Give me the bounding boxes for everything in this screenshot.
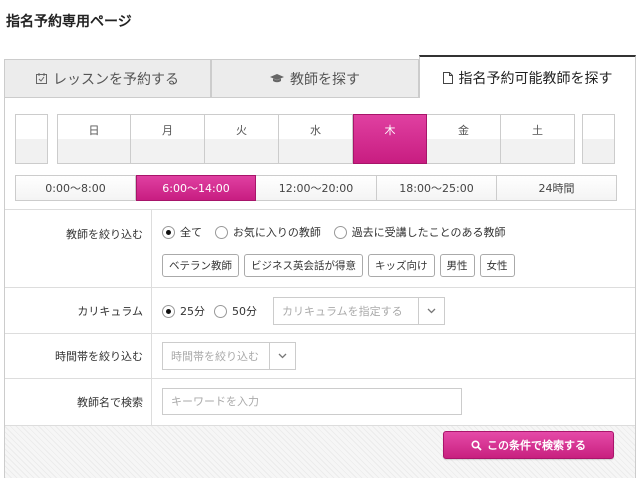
- tag-male[interactable]: 男性: [439, 254, 475, 277]
- day-selector: 日 月 火 水 木 金 土: [15, 114, 617, 164]
- tab-label: レッスンを予約する: [53, 71, 179, 88]
- time-slot-24h[interactable]: 24時間: [497, 176, 616, 200]
- radio-label: お気に入りの教師: [232, 226, 321, 239]
- graduation-cap-icon: [270, 73, 284, 84]
- day-next-button[interactable]: [582, 114, 615, 164]
- curriculum-label: カリキュラム: [5, 288, 152, 333]
- teacher-filter-options: 全て お気に入りの教師 過去に受講したことのある教師 ベテラン教師 ビジネス英会…: [152, 210, 635, 277]
- teacher-filter-label: 教師を絞り込む: [5, 210, 152, 287]
- teacher-tag-list: ベテラン教師 ビジネス英会話が得意 キッズ向け 男性 女性: [162, 254, 515, 277]
- document-icon: [442, 71, 453, 84]
- search-button[interactable]: この条件で検索する: [443, 431, 614, 459]
- name-search-label: 教師名で検索: [5, 379, 152, 425]
- radio-dot: [214, 225, 228, 239]
- time-slot-6-14[interactable]: 6:00〜14:00: [136, 175, 256, 201]
- curriculum-select-value: カリキュラムを指定する: [282, 305, 403, 318]
- radio-dot: [214, 304, 227, 318]
- tab-bar: レッスンを予約する 教師を探す 指名予約可能教師を探す: [4, 55, 636, 98]
- day-thu[interactable]: 木: [353, 114, 427, 164]
- radio-past-teachers[interactable]: 過去に受講したことのある教師: [333, 224, 506, 240]
- search-icon: [471, 439, 482, 451]
- search-panel: 日 月 火 水 木 金 土 0:00〜8:00 6:00〜14:00 12:00…: [4, 97, 636, 478]
- tab-find-teacher[interactable]: 教師を探す: [211, 59, 419, 98]
- radio-label: 全て: [180, 226, 202, 239]
- page-title: 指名予約専用ページ: [6, 14, 132, 30]
- tab-reserve-lesson[interactable]: レッスンを予約する: [4, 59, 211, 98]
- tag-veteran[interactable]: ベテラン教師: [162, 254, 239, 277]
- chevron-down-icon: [269, 343, 295, 369]
- radio-all[interactable]: 全て: [162, 224, 202, 240]
- day-tue[interactable]: 火: [205, 114, 279, 164]
- radio-label: 50分: [232, 305, 257, 318]
- tag-business[interactable]: ビジネス英会話が得意: [244, 254, 363, 277]
- radio-dot: [162, 225, 175, 239]
- day-prev-button[interactable]: [15, 114, 48, 164]
- curriculum-select[interactable]: カリキュラムを指定する: [273, 297, 445, 325]
- day-wed[interactable]: 水: [279, 114, 353, 164]
- search-button-label: この条件で検索する: [487, 439, 586, 452]
- time-slot-18-25[interactable]: 18:00〜25:00: [377, 176, 497, 200]
- time-slot-selector: 0:00〜8:00 6:00〜14:00 12:00〜20:00 18:00〜2…: [15, 175, 617, 201]
- day-mon[interactable]: 月: [131, 114, 205, 164]
- radio-dot: [333, 225, 347, 239]
- teacher-filter-row: 教師を絞り込む 全て お気に入りの教師 過去に受講したことのある教師 ベテラン教…: [5, 210, 635, 288]
- radio-favorite-teachers[interactable]: お気に入りの教師: [214, 224, 321, 240]
- calendar-check-icon: [36, 73, 47, 84]
- name-search-row: 教師名で検索: [5, 379, 635, 426]
- day-fri[interactable]: 金: [427, 114, 501, 164]
- time-band-select[interactable]: 時間帯を絞り込む: [162, 342, 296, 370]
- curriculum-options: 25分 50分 カリキュラムを指定する: [152, 288, 635, 325]
- radio-label: 過去に受講したことのある教師: [351, 226, 506, 239]
- filter-form: 教師を絞り込む 全て お気に入りの教師 過去に受講したことのある教師 ベテラン教…: [5, 209, 635, 426]
- tab-label: 教師を探す: [290, 71, 360, 88]
- time-band-options: 時間帯を絞り込む: [152, 334, 635, 370]
- time-band-label: 時間帯を絞り込む: [5, 334, 152, 378]
- curriculum-row: カリキュラム 25分 50分 カリキュラムを指定する: [5, 288, 635, 334]
- tag-kids[interactable]: キッズ向け: [368, 254, 435, 277]
- time-band-select-value: 時間帯を絞り込む: [171, 350, 259, 363]
- day-sat[interactable]: 土: [501, 114, 575, 164]
- radio-25min[interactable]: 25分: [162, 303, 205, 319]
- radio-label: 25分: [180, 305, 205, 318]
- form-footer: この条件で検索する: [5, 426, 635, 478]
- time-slot-12-20[interactable]: 12:00〜20:00: [256, 176, 377, 200]
- day-sun[interactable]: 日: [57, 114, 131, 164]
- tag-female[interactable]: 女性: [479, 254, 515, 277]
- radio-50min[interactable]: 50分: [214, 303, 257, 319]
- time-slot-0-8[interactable]: 0:00〜8:00: [16, 176, 136, 200]
- tab-find-nominatable-teacher[interactable]: 指名予約可能教師を探す: [419, 55, 636, 98]
- chevron-down-icon: [418, 298, 444, 324]
- radio-dot: [162, 304, 175, 318]
- keyword-input[interactable]: [162, 388, 462, 415]
- time-band-row: 時間帯を絞り込む 時間帯を絞り込む: [5, 334, 635, 379]
- tab-label: 指名予約可能教師を探す: [458, 70, 613, 87]
